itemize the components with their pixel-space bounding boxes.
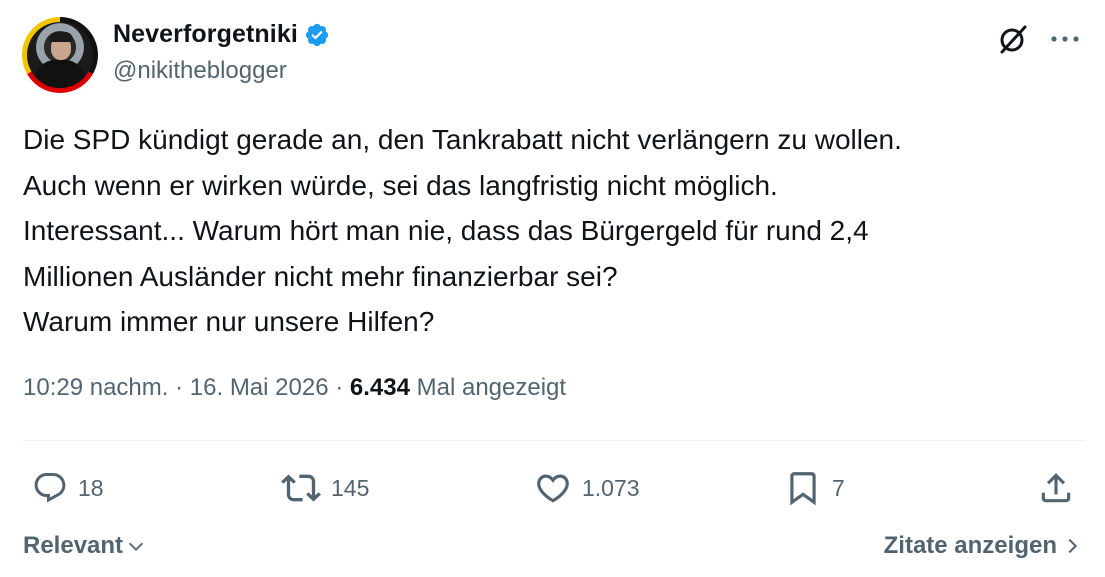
tweet-date[interactable]: 16. Mai 2026 — [190, 374, 329, 401]
view-quotes-link[interactable]: Zitate anzeigen — [884, 532, 1079, 560]
display-name[interactable]: Neverforgetniki — [113, 20, 298, 49]
views-label: Mal angezeigt — [416, 374, 567, 401]
divider — [22, 440, 1085, 441]
views-count: 6.434 — [349, 374, 410, 401]
repost-icon — [281, 474, 321, 502]
reply-icon — [34, 473, 66, 503]
reply-button[interactable]: 18 — [32, 466, 104, 510]
sort-dropdown[interactable]: Relevant — [23, 532, 147, 560]
tweet-time[interactable]: 10:29 nachm. — [23, 374, 168, 401]
avatar-photo — [27, 22, 93, 88]
like-icon — [537, 474, 569, 503]
reply-count: 18 — [78, 474, 104, 501]
bookmark-icon — [790, 472, 816, 506]
quotes-label: Zitate anzeigen — [883, 532, 1057, 559]
grok-icon[interactable] — [996, 22, 1030, 56]
bookmark-count: 7 — [832, 474, 845, 501]
more-icon[interactable] — [1050, 34, 1080, 44]
tweet-top-actions — [996, 22, 1080, 56]
repost-button[interactable]: 145 — [281, 466, 369, 510]
author-name-row: Neverforgetniki — [113, 20, 330, 49]
avatar[interactable] — [22, 17, 98, 93]
bookmark-button[interactable]: 7 — [784, 466, 845, 510]
sort-label: Relevant — [23, 532, 124, 559]
like-button[interactable]: 1.073 — [534, 466, 640, 510]
chevron-right-icon — [1068, 538, 1078, 554]
action-bar: 18 145 1.073 7 — [0, 466, 1105, 510]
chevron-down-icon — [128, 542, 144, 551]
share-icon — [1041, 473, 1071, 503]
meta-separator: · — [335, 374, 344, 401]
verified-badge-icon[interactable] — [304, 22, 330, 48]
share-button[interactable] — [1037, 466, 1075, 510]
like-count: 1.073 — [582, 474, 640, 501]
meta-separator: · — [175, 374, 184, 401]
repost-count: 145 — [331, 474, 370, 501]
tweet-text: Die SPD kündigt gerade an, den Tankrabat… — [23, 124, 902, 337]
tweet-meta: 10:29 nachm. · 16. Mai 2026 · 6.434 Mal … — [23, 374, 566, 402]
author-handle[interactable]: @nikitheblogger — [113, 57, 287, 85]
tweet-card: Neverforgetniki @nikitheblogger Die SPD … — [0, 0, 1105, 577]
